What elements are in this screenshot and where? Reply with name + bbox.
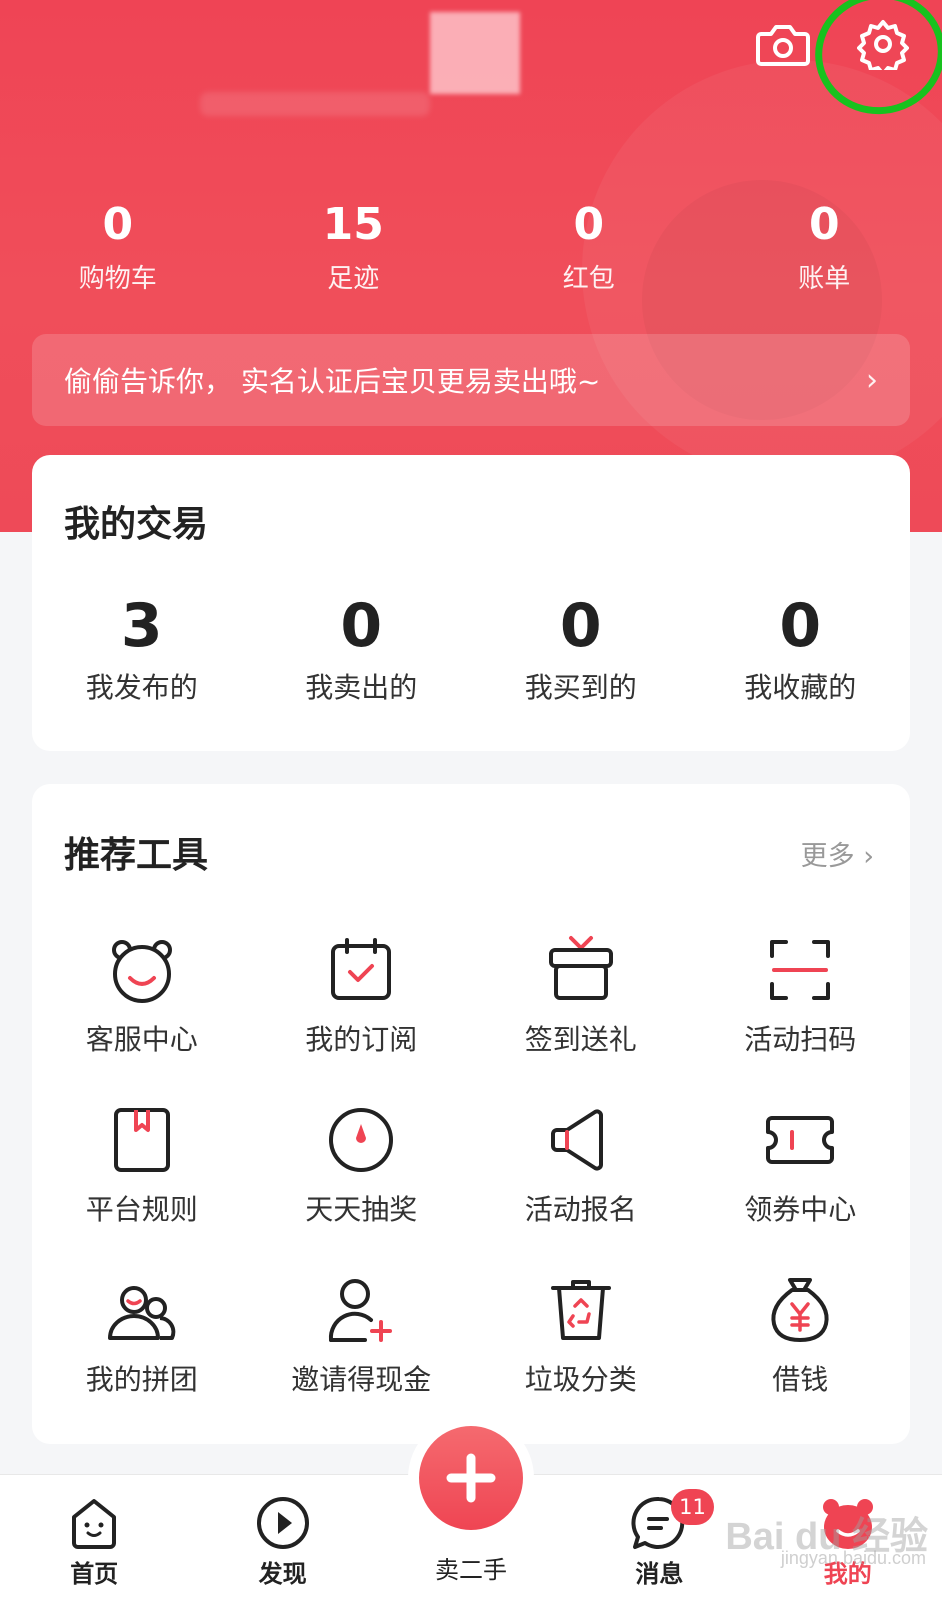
megaphone-icon [550, 1109, 603, 1171]
money-bag-icon [771, 1278, 829, 1342]
tool-label: 客服中心 [85, 1023, 198, 1056]
tool-label: 签到送礼 [524, 1023, 637, 1056]
tab-label: 发现 [258, 1560, 307, 1588]
tab-label: 消息 [635, 1560, 684, 1588]
stat-value: 0 [573, 199, 605, 250]
tool-subscription[interactable]: 我的订阅 [252, 932, 472, 1102]
tool-label: 活动扫码 [744, 1023, 857, 1056]
verification-banner[interactable]: 偷偷告诉你， 实名认证后宝贝更易卖出哦~ › [32, 334, 910, 426]
trade-label: 我卖出的 [305, 671, 418, 704]
bear-face-icon [111, 940, 172, 1003]
tool-group-buy[interactable]: 我的拼团 [32, 1272, 252, 1442]
play-circle-icon [256, 1497, 309, 1549]
more-link[interactable]: 更多 › [801, 834, 874, 873]
stat-label: 足迹 [327, 264, 380, 294]
add-user-icon [329, 1279, 393, 1342]
stat-redpacket[interactable]: 0 红包 [471, 195, 707, 315]
home-face-icon [72, 1499, 117, 1549]
stats-row: 0 购物车 15 足迹 0 红包 0 账单 [0, 195, 942, 315]
tool-invite-cash[interactable]: 邀请得现金 [252, 1272, 472, 1442]
tool-garbage-sorting[interactable]: 垃圾分类 [471, 1272, 691, 1442]
my-trades-card: 我的交易 3 我发布的 0 我卖出的 0 我买到的 0 我收藏的 [32, 455, 910, 751]
stat-bill[interactable]: 0 账单 [707, 195, 942, 315]
stat-value: 0 [808, 199, 840, 250]
section-title: 我的交易 [64, 504, 209, 545]
tool-platform-rules[interactable]: 平台规则 [32, 1102, 252, 1272]
lottery-dial-icon [329, 1108, 394, 1172]
tool-label: 天天抽奖 [305, 1193, 418, 1226]
blurred-user-info [200, 92, 430, 116]
stat-label: 购物车 [78, 264, 157, 294]
trade-label: 我买到的 [524, 671, 637, 704]
tool-label: 我的订阅 [305, 1023, 418, 1056]
watermark-url: jingyan.baidu.com [780, 1548, 926, 1568]
chevron-right-icon: › [866, 362, 878, 398]
stat-label: 账单 [798, 264, 851, 294]
blurred-username [430, 12, 520, 94]
trade-value: 0 [779, 591, 822, 661]
calendar-check-icon [331, 938, 392, 1000]
recommended-tools-card: 推荐工具 更多 › 客服中心 我的订阅 签到送礼 活动扫码 平台规则 天天抽奖 … [32, 784, 910, 1444]
tab-label: 卖二手 [434, 1556, 507, 1584]
coupon-icon [766, 1116, 835, 1164]
sell-button[interactable] [407, 1415, 534, 1541]
stat-value: 0 [102, 199, 134, 250]
trade-value: 0 [340, 591, 383, 661]
group-users-icon [107, 1286, 176, 1340]
tool-label: 垃圾分类 [524, 1363, 637, 1396]
stat-cart[interactable]: 0 购物车 [0, 195, 236, 315]
plus-icon [446, 1453, 496, 1503]
trade-label: 我收藏的 [744, 671, 857, 704]
recycle-bin-icon [550, 1280, 611, 1340]
tool-label: 借钱 [772, 1363, 829, 1396]
tool-label: 活动报名 [524, 1193, 637, 1226]
profile-header: 0 购物车 15 足迹 0 红包 0 账单 偷偷告诉你， 实名认证后宝贝更易卖出… [0, 0, 942, 532]
tool-label: 平台规则 [85, 1193, 198, 1226]
trade-value: 3 [120, 591, 163, 661]
trade-label: 我发布的 [85, 671, 198, 704]
camera-icon [756, 25, 810, 66]
tab-home[interactable]: 首页 [0, 1475, 188, 1600]
trade-published[interactable]: 3 我发布的 [32, 590, 252, 708]
scan-icon [770, 940, 831, 1000]
trade-stats-row: 3 我发布的 0 我卖出的 0 我买到的 0 我收藏的 [32, 590, 910, 708]
tool-borrow-money[interactable]: 借钱 [691, 1272, 911, 1442]
tool-coupon-center[interactable]: 领券中心 [691, 1102, 911, 1272]
tool-activity-signup[interactable]: 活动报名 [471, 1102, 691, 1272]
sell-button-inner [418, 1426, 523, 1530]
unread-badge: 11 [671, 1489, 714, 1525]
stat-value: 15 [322, 199, 384, 250]
gift-box-icon [548, 936, 613, 1000]
tool-customer-service[interactable]: 客服中心 [32, 932, 252, 1102]
tools-grid: 客服中心 我的订阅 签到送礼 活动扫码 平台规则 天天抽奖 活动报名 领券中心 … [32, 932, 910, 1442]
tool-label: 我的拼团 [85, 1363, 198, 1396]
trade-bought[interactable]: 0 我买到的 [471, 590, 691, 708]
tool-label: 邀请得现金 [291, 1363, 432, 1396]
section-title: 推荐工具 [64, 835, 209, 876]
rule-book-icon [113, 1108, 170, 1172]
tab-discover[interactable]: 发现 [188, 1475, 376, 1600]
banner-text: 偷偷告诉你， 实名认证后宝贝更易卖出哦~ [64, 365, 601, 398]
tool-checkin-gift[interactable]: 签到送礼 [471, 932, 691, 1102]
tab-sell-secondhand[interactable]: 卖二手 [377, 1415, 565, 1600]
trade-favorited[interactable]: 0 我收藏的 [691, 590, 911, 708]
tool-label: 领券中心 [744, 1193, 857, 1226]
stat-footprint[interactable]: 15 足迹 [236, 195, 472, 315]
tool-daily-lottery[interactable]: 天天抽奖 [252, 1102, 472, 1272]
stat-label: 红包 [562, 264, 615, 294]
camera-button[interactable] [752, 16, 814, 72]
tool-activity-scan[interactable]: 活动扫码 [691, 932, 911, 1102]
trade-sold[interactable]: 0 我卖出的 [252, 590, 472, 708]
trade-value: 0 [559, 591, 602, 661]
tab-label: 首页 [70, 1560, 119, 1588]
